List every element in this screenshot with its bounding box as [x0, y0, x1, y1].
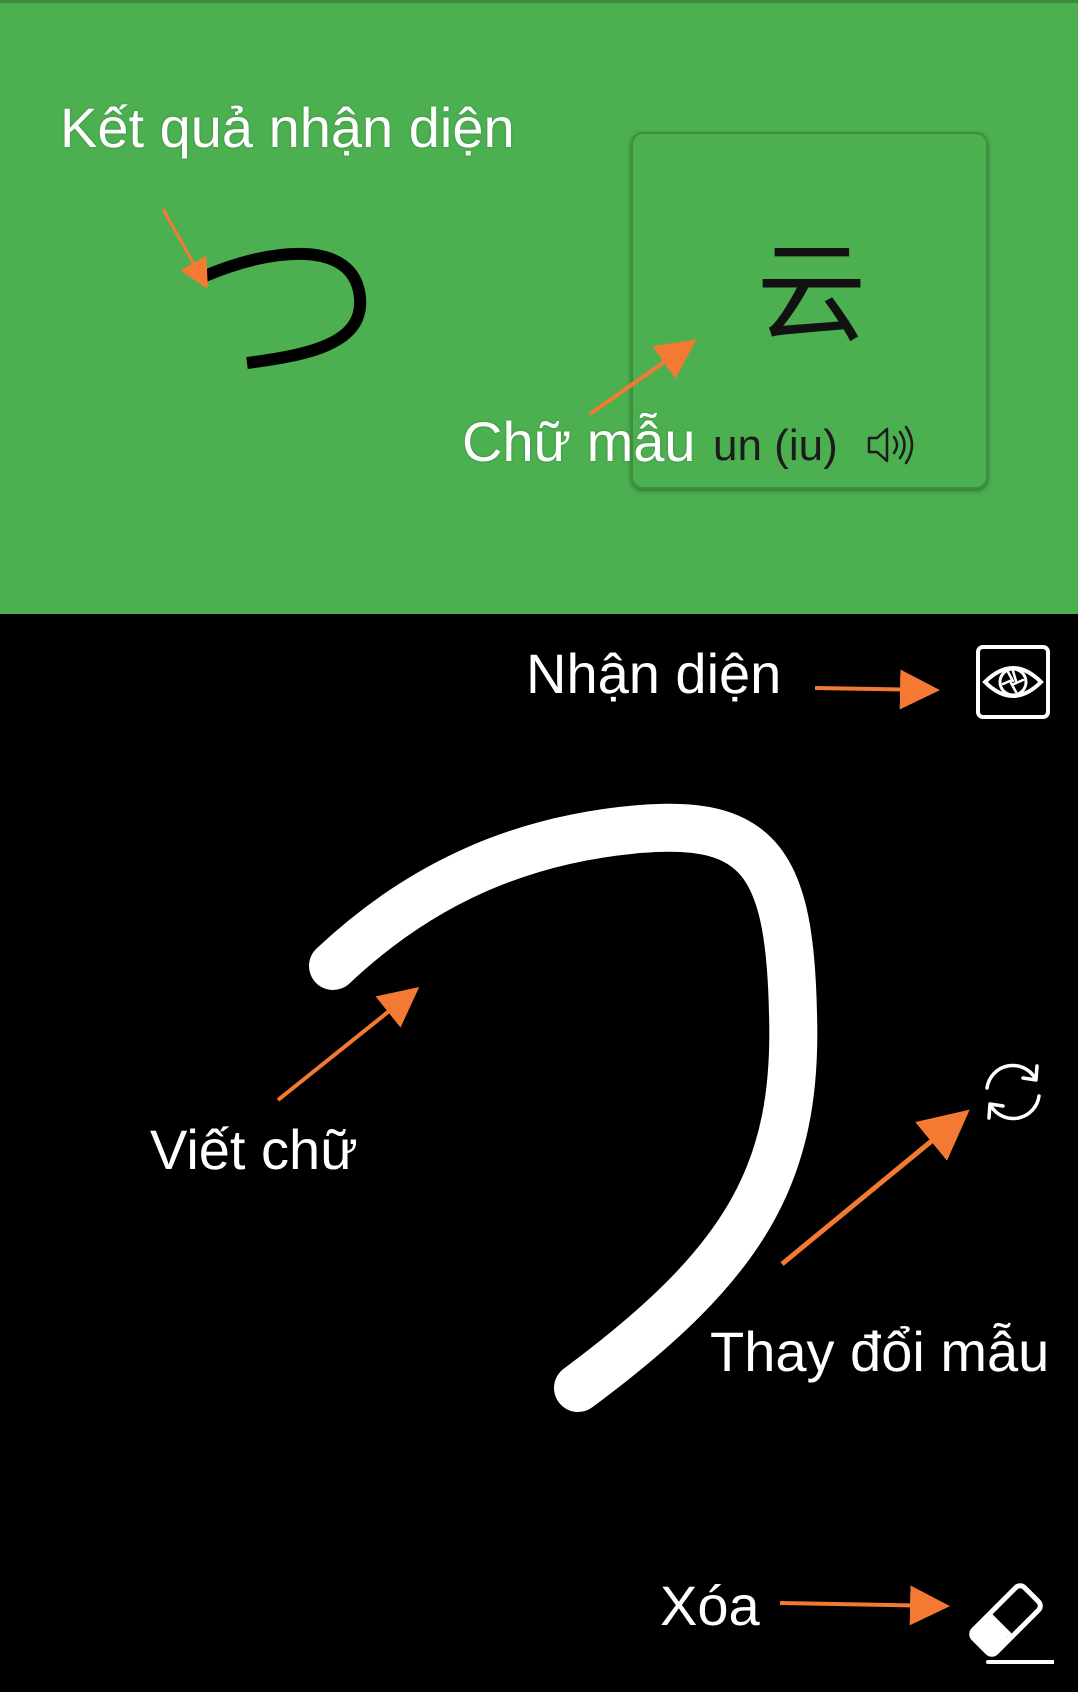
refresh-icon[interactable]: [973, 1052, 1053, 1132]
label-recognize: Nhận diện: [526, 642, 782, 705]
recognized-character-glyph: [202, 247, 367, 369]
label-sample-character: Chữ mẫu: [462, 410, 696, 473]
label-erase: Xóa: [660, 1574, 760, 1637]
eye-icon[interactable]: [975, 644, 1051, 720]
recognition-result-panel: 云 un (iu): [0, 0, 1078, 614]
label-write-character: Viết chữ: [150, 1118, 358, 1181]
speaker-icon[interactable]: [865, 422, 917, 468]
label-recognition-result: Kết quả nhận diện: [60, 96, 515, 159]
label-change-sample: Thay đổi mẫu: [710, 1320, 1050, 1383]
sample-character: 云: [756, 230, 867, 358]
sample-reading: un (iu): [713, 421, 838, 470]
handwriting-practice-screen: 云 un (iu) Kết quả nhận diện Chữ mẫu Nhận…: [0, 0, 1078, 1692]
eraser-icon[interactable]: [958, 1572, 1054, 1668]
